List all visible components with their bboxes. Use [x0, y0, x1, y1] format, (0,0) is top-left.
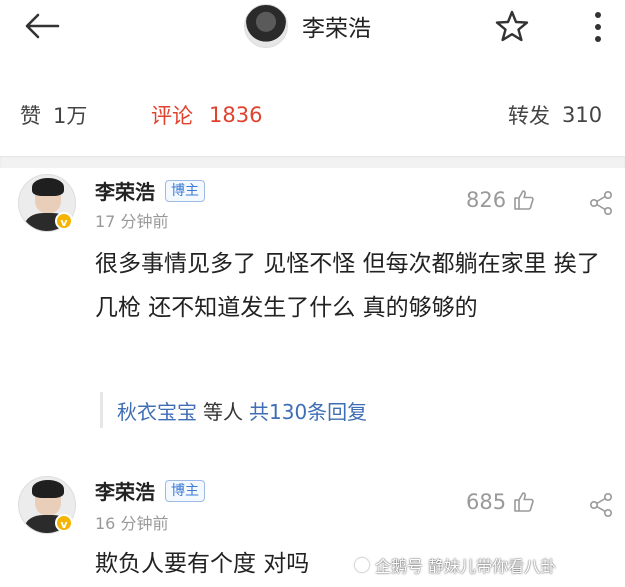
tab-comments-count: 1836	[209, 103, 263, 127]
avatar[interactable]	[244, 4, 288, 48]
like-count: 826	[466, 188, 507, 212]
watermark-text: 企鹅号 静妹儿带你看八卦	[375, 557, 557, 576]
comment-author-row: 李荣浩 博主	[95, 176, 205, 205]
like-button[interactable]: 826	[466, 188, 536, 212]
reply-summary[interactable]: 秋衣宝宝 等人 共130条回复	[100, 392, 367, 428]
like-count: 685	[466, 490, 507, 514]
top-bar: 李荣浩	[0, 0, 625, 60]
tab-comments[interactable]: 评论 1836	[151, 100, 262, 130]
more-vertical-icon[interactable]	[590, 10, 606, 44]
watermark: 企鹅号 静妹儿带你看八卦	[355, 553, 556, 577]
back-arrow-icon[interactable]	[22, 10, 62, 42]
comment-item: v 李荣浩 博主 17 分钟前 826 很多事情见多了 见怪不怪 但每次都躺在家…	[0, 168, 625, 448]
thumbs-up-icon	[514, 492, 534, 512]
stats-tabs: 赞 1万 评论 1836 转发 310	[0, 100, 625, 140]
author-tag-badge: 博主	[165, 179, 205, 202]
tab-likes-count: 1万	[53, 104, 88, 128]
tab-likes-label: 赞	[20, 104, 41, 128]
star-icon[interactable]	[494, 8, 530, 44]
like-button[interactable]: 685	[466, 490, 536, 514]
comment-author[interactable]: 李荣浩	[95, 476, 155, 505]
tab-reposts-count: 310	[562, 103, 603, 127]
comment-author-row: 李荣浩 博主	[95, 476, 205, 505]
tab-reposts[interactable]: 转发 310	[508, 100, 602, 130]
comment-timestamp: 16 分钟前	[95, 514, 169, 533]
verified-badge-icon: v	[55, 212, 73, 230]
penguin-logo-icon	[355, 558, 369, 572]
tab-comments-label: 评论	[151, 104, 193, 128]
comment-timestamp: 17 分钟前	[95, 212, 169, 231]
verified-badge-icon: v	[55, 514, 73, 532]
tab-likes[interactable]: 赞 1万	[20, 100, 87, 130]
reply-etc-text: 等人	[203, 399, 243, 424]
share-icon[interactable]	[588, 190, 614, 216]
page-title: 李荣浩	[302, 16, 371, 42]
thumbs-up-icon	[514, 190, 534, 210]
reply-count-link[interactable]: 共130条回复	[249, 396, 367, 425]
comment-text: 很多事情见多了 见怪不怪 但每次都躺在家里 挨了几枪 还不知道发生了什么 真的够…	[95, 251, 600, 321]
author-tag-badge: 博主	[165, 479, 205, 502]
share-icon[interactable]	[588, 492, 614, 518]
header-title-group[interactable]: 李荣浩	[244, 2, 371, 50]
tab-reposts-label: 转发	[508, 104, 550, 128]
comment-author[interactable]: 李荣浩	[95, 176, 155, 205]
section-divider	[0, 156, 625, 168]
reply-user-link[interactable]: 秋衣宝宝	[117, 396, 197, 425]
